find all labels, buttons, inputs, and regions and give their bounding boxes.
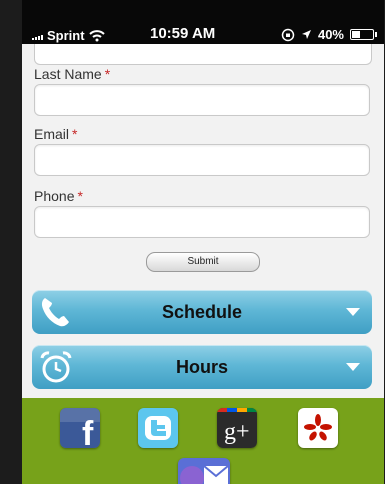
phone-input[interactable] [34, 206, 370, 238]
battery-icon [350, 29, 377, 40]
status-right: 40% [281, 27, 377, 42]
required-mark: * [77, 188, 83, 204]
schedule-label: Schedule [161, 302, 243, 322]
social-footer: f g+ [22, 398, 384, 484]
last-name-label: Last Name * [34, 66, 111, 82]
google-plus-glyph: g+ [224, 419, 250, 445]
facebook-icon[interactable]: f [60, 408, 100, 448]
status-left: Sprint [32, 28, 105, 43]
status-time: 10:59 AM [150, 25, 216, 42]
email-share-icon[interactable] [178, 458, 230, 484]
schedule-button[interactable]: Schedule [32, 290, 372, 334]
rotation-lock-icon [281, 28, 295, 41]
status-bar: Sprint 10:59 AM 40% [22, 0, 384, 44]
hours-button[interactable]: Hours [32, 345, 372, 389]
signal-icon [32, 32, 43, 40]
location-arrow-icon [301, 30, 311, 39]
twitter-icon[interactable] [138, 408, 178, 448]
battery-percent: 40% [317, 27, 344, 42]
carrier-name: Sprint [47, 28, 85, 43]
submit-button[interactable]: Submit [146, 252, 260, 272]
chevron-down-icon [346, 363, 360, 371]
yelp-icon[interactable] [298, 408, 338, 448]
phone-screen: Sprint 10:59 AM 40% Last Name * Email * Ph… [22, 0, 384, 484]
wifi-icon [88, 29, 105, 41]
phone-label: Phone * [34, 188, 83, 204]
required-mark: * [104, 66, 111, 82]
required-mark: * [72, 126, 78, 142]
chevron-down-icon [346, 308, 360, 316]
email-input[interactable] [34, 144, 370, 176]
google-plus-icon[interactable]: g+ [217, 408, 257, 448]
facebook-glyph: f [82, 415, 94, 448]
previous-field-bottom[interactable] [34, 44, 372, 65]
email-label: Email * [34, 126, 78, 142]
hours-label: Hours [175, 357, 228, 377]
last-name-input[interactable] [34, 84, 370, 116]
